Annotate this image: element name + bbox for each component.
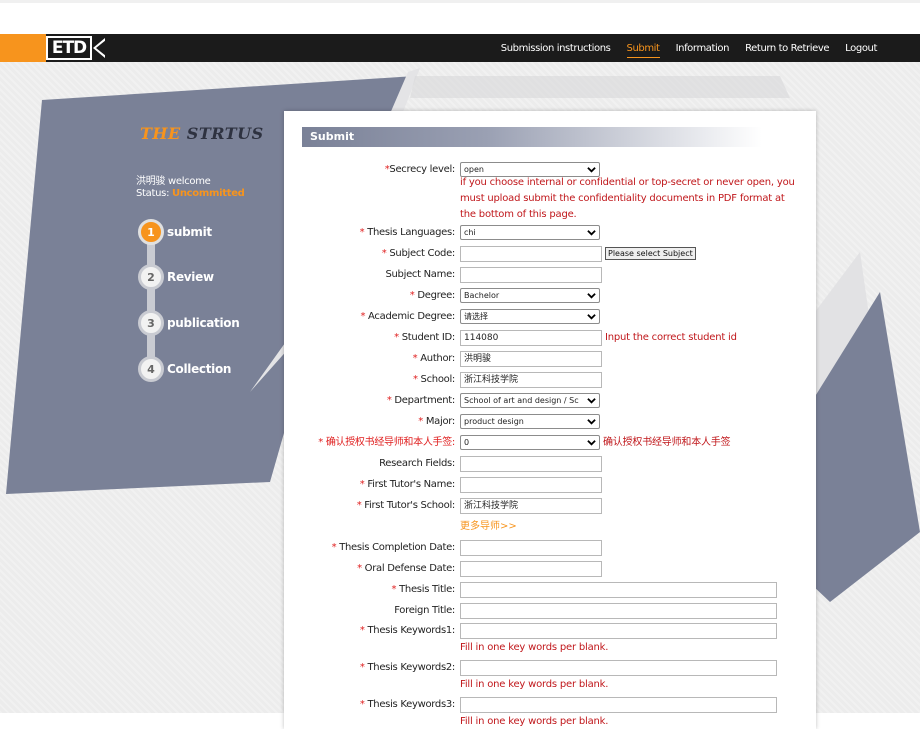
steps-track	[147, 238, 155, 368]
keywords1-row: * Thesis Keywords1:	[284, 623, 816, 639]
navbar-accent	[0, 34, 46, 62]
keywords2-input[interactable]	[460, 660, 777, 676]
keywords3-row: * Thesis Keywords3:	[284, 697, 816, 713]
chevron-down-icon	[587, 314, 596, 320]
thesis-title-input[interactable]	[460, 582, 777, 598]
foreign-title-input[interactable]	[460, 603, 777, 619]
step-label: Review	[167, 270, 214, 284]
step-label: publication	[167, 316, 240, 330]
department-select[interactable]: School of art and design / Sc	[460, 393, 600, 408]
top-strip	[0, 0, 920, 34]
subject-code-row: * Subject Code: Please select Subject	[284, 246, 816, 262]
chevron-down-icon	[587, 440, 596, 446]
student-id-row: * Student ID: 114080 Input the correct s…	[284, 330, 816, 346]
completion-date-row: * Thesis Completion Date:	[284, 540, 816, 556]
nav-information[interactable]: Information	[676, 37, 730, 60]
nav-submit[interactable]: Submit	[626, 37, 660, 60]
step-label: submit	[167, 225, 212, 239]
step-submit[interactable]: 1 submit	[138, 219, 212, 245]
school-input[interactable]: 浙江科技学院	[460, 372, 602, 388]
nav-logout[interactable]: Logout	[845, 37, 877, 60]
degree-row: * Degree: Bachelor	[284, 288, 816, 304]
submit-form-panel: Submit *Secrecy level: open if you choos…	[284, 111, 816, 729]
nav-return-to-retrieve[interactable]: Return to Retrieve	[745, 37, 829, 60]
submission-status: Status: Uncommitted	[136, 188, 245, 199]
student-id-input[interactable]: 114080	[460, 330, 602, 346]
chevron-down-icon	[587, 167, 596, 173]
select-subject-button[interactable]: Please select Subject	[605, 247, 696, 260]
nav-submission-instructions[interactable]: Submission instructions	[501, 37, 611, 60]
confirm-auth-row: * 确认授权书经导师和本人手签: 0 确认授权书经导师和本人手签	[284, 435, 816, 451]
chevron-down-icon	[587, 230, 596, 236]
step-number: 3	[138, 310, 164, 336]
step-collection[interactable]: 4 Collection	[138, 356, 231, 382]
more-tutors-link[interactable]: 更多导师>>	[460, 519, 517, 535]
status-value: Uncommitted	[172, 188, 245, 199]
step-review[interactable]: 2 Review	[138, 264, 214, 290]
keywords2-row: * Thesis Keywords2:	[284, 660, 816, 676]
academic-degree-row: * Academic Degree: 请选择	[284, 309, 816, 325]
languages-row: * Thesis Languages: chi	[284, 225, 816, 241]
research-fields-row: Research Fields:	[284, 456, 816, 472]
major-select[interactable]: product design	[460, 414, 600, 429]
thesis-languages-select[interactable]: chi	[460, 225, 600, 240]
first-tutor-name-row: * First Tutor's Name:	[284, 477, 816, 493]
logo-text: ETD	[46, 36, 92, 60]
defense-date-input[interactable]	[460, 561, 602, 577]
keywords1-input[interactable]	[460, 623, 777, 639]
first-tutor-school-row: * First Tutor's School: 浙江科技学院	[284, 498, 816, 514]
chevron-down-icon	[587, 419, 596, 425]
subject-name-input[interactable]	[460, 267, 602, 283]
author-input[interactable]: 洪明骏	[460, 351, 602, 367]
subject-code-input[interactable]	[460, 246, 602, 262]
step-number: 1	[138, 219, 164, 245]
main-nav: Submission instructions Submit Informati…	[485, 34, 877, 62]
chevron-down-icon	[587, 398, 596, 404]
confirm-auth-select[interactable]: 0	[460, 435, 600, 450]
school-row: * School: 浙江科技学院	[284, 372, 816, 388]
logo-arrow-inner	[96, 40, 106, 56]
step-number: 4	[138, 356, 164, 382]
keywords2-hint: Fill in one key words per blank.	[460, 679, 609, 690]
thesis-title-row: * Thesis Title:	[284, 582, 816, 598]
subject-name-row: Subject Name:	[284, 267, 816, 283]
research-fields-input[interactable]	[460, 456, 602, 472]
keywords3-hint: Fill in one key words per blank.	[460, 716, 609, 727]
completion-date-input[interactable]	[460, 540, 602, 556]
secrecy-note: if you choose internal or confidential o…	[460, 177, 795, 220]
step-label: Collection	[167, 362, 232, 376]
chevron-down-icon	[587, 293, 596, 299]
keywords3-input[interactable]	[460, 697, 777, 713]
step-publication[interactable]: 3 publication	[138, 310, 240, 336]
panel-title: Submit	[302, 127, 762, 147]
major-row: * Major: product design	[284, 414, 816, 430]
logo[interactable]: ETD	[44, 34, 114, 62]
foreign-title-row: Foreign Title:	[284, 603, 816, 619]
first-tutor-name-input[interactable]	[460, 477, 602, 493]
step-number: 2	[138, 264, 164, 290]
academic-degree-select[interactable]: 请选择	[460, 309, 600, 324]
keywords1-hint: Fill in one key words per blank.	[460, 642, 609, 653]
student-id-hint: Input the correct student id	[605, 332, 737, 343]
welcome-text: 洪明骏 welcome	[136, 176, 211, 187]
department-row: * Department: School of art and design /…	[284, 393, 816, 409]
degree-select[interactable]: Bachelor	[460, 288, 600, 303]
confirm-auth-hint: 确认授权书经导师和本人手签	[603, 437, 731, 448]
defense-date-row: * Oral Defense Date:	[284, 561, 816, 577]
author-row: * Author: 洪明骏	[284, 351, 816, 367]
first-tutor-school-input[interactable]: 浙江科技学院	[460, 498, 602, 514]
brand-title: THE STRTUS	[140, 124, 264, 143]
